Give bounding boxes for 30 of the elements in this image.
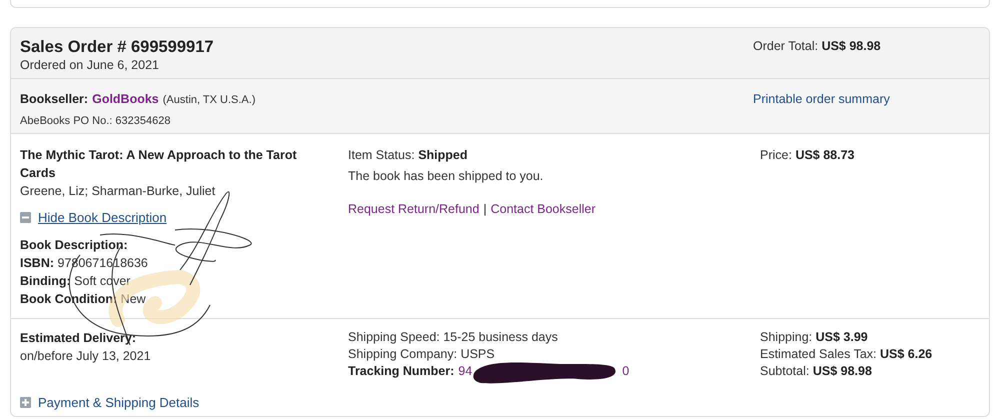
item-price: Price: US$ 88.73 [760, 147, 855, 164]
printable-summary-link[interactable]: Printable order summary [753, 92, 890, 106]
total-line: Shipping: US$ 3.99 [760, 329, 869, 346]
shipping-line: Shipping Speed: 15-25 business days [348, 329, 559, 346]
return-link[interactable]: Request Return/Refund [348, 200, 480, 218]
book-authors: Greene, Liz; Sharman-Burke, Juliet [20, 183, 216, 200]
shipping-line: Shipping Company: USPS [348, 346, 496, 363]
item-status: Item Status: Shipped [348, 147, 468, 164]
delivery-date: on/before July 13, 2021 [20, 348, 152, 365]
order-total: Order Total: US$ 98.98 [753, 38, 882, 55]
order-title: Sales Order # 699599917 [20, 37, 214, 57]
total-line: Estimated Sales Tax: US$ 6.26 [760, 346, 932, 363]
minus-icon [20, 212, 31, 224]
po-number: AbeBooks PO No.: 632354628 [20, 114, 172, 129]
order-date: Ordered on June 6, 2021 [20, 57, 160, 73]
plus-icon [20, 397, 31, 408]
status-note: The book has been shipped to you. [348, 168, 544, 185]
link-separator: | [483, 200, 487, 218]
tracking-number[interactable]: 94 [458, 363, 472, 380]
total-line: Subtotal: US$ 98.98 [760, 363, 873, 380]
bookseller-label: Bookseller: [20, 91, 88, 108]
tracking-label: Tracking Number: [348, 363, 454, 380]
book-title: The Mythic Tarot: A New Approach to the Tarot Cards [20, 147, 298, 182]
description-line: Book Description: [20, 236, 129, 254]
bookseller-link[interactable]: GoldBooks [92, 90, 159, 109]
description-toggle[interactable]: Payment & Shipping Details [20, 393, 200, 412]
tracking-number-end[interactable]: 0 [622, 363, 630, 380]
description-toggle[interactable]: Hide Book Description [20, 208, 167, 228]
bookseller-location: (Austin, TX U.S.A.) [162, 93, 256, 108]
contact-link[interactable]: Contact Bookseller [490, 200, 596, 218]
